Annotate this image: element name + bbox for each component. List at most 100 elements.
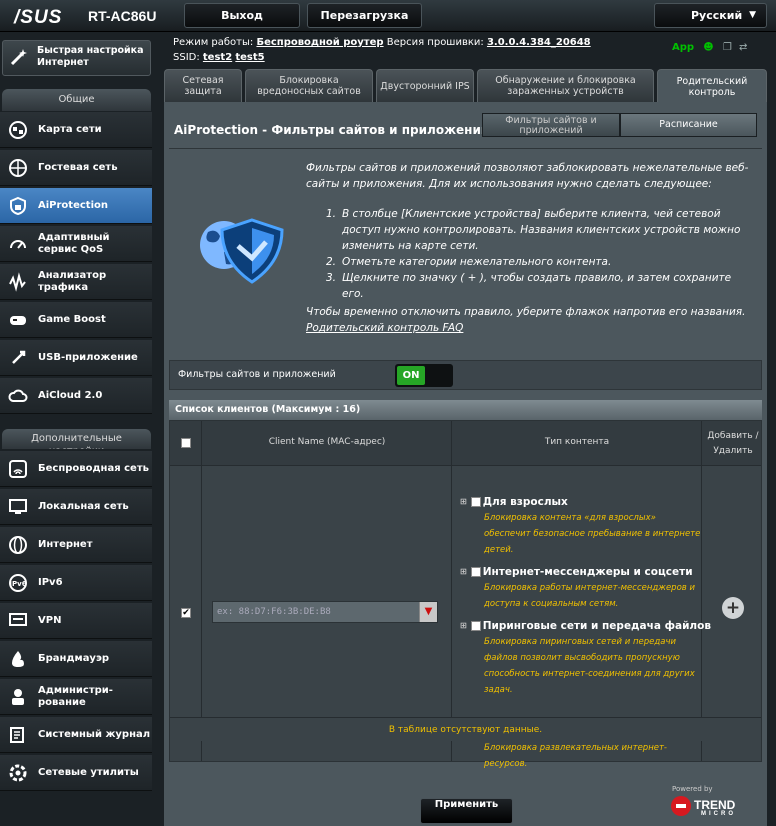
quick-setup-button[interactable]: Быстрая настройка Интернет [2,40,151,76]
sidebar-item-cloud[interactable]: AiCloud 2.0 [0,378,152,414]
guest-network-icon [8,158,28,178]
add-rule-button[interactable]: + [722,597,744,619]
step-2: Отметьте категории нежелательного контен… [342,256,612,268]
monitor-icon [8,497,28,517]
apply-button[interactable]: Применить [420,798,513,824]
sidebar-item-ipv6[interactable]: IPv6 IPv6 [0,565,152,601]
app-link[interactable]: App [672,42,694,53]
sidebar-item-label: Системный журнал [38,728,151,740]
expand-icon[interactable]: ⊞ [460,618,467,634]
svg-text:IPv6: IPv6 [9,580,26,588]
sidebar-item-traffic-wave[interactable]: Анализатор трафика [0,264,152,300]
sidebar-item-label: Game Boost [38,313,106,325]
faq-link[interactable]: Родительский контроль FAQ [306,320,756,336]
client-table: Client Name (MAC-адрес) Тип контента Доб… [169,420,762,769]
language-select[interactable]: Русский ▼ [654,3,767,28]
globe-map-icon [8,120,28,140]
tab-malicious-sites[interactable]: Блокировка вредоносных сайтов [245,69,373,102]
step-1: В столбце [Клиентские устройства] выбери… [342,208,741,252]
sidebar-item-label: Интернет [38,538,93,550]
mode-link[interactable]: Беспроводной роутер [256,37,383,48]
category-description: Блокировка пиринговых сетей и передачи ф… [484,637,695,695]
mac-placeholder: ex: 88:D7:F6:3B:DE:B8 [217,607,331,617]
sidebar-item-admin[interactable]: Администри-рование [0,679,152,715]
copy-icon[interactable]: ❐ [723,42,732,53]
sidebar: Быстрая настройка Интернет Общие Карта с… [0,32,156,826]
wand-icon [9,47,29,67]
tab-network-protection[interactable]: Сетевая защита [164,69,242,102]
sidebar-item-gamepad[interactable]: Game Boost [0,302,152,338]
sidebar-item-log[interactable]: Системный журнал [0,717,152,753]
sidebar-item-usb[interactable]: USB-приложение [0,340,152,376]
sidebar-item-guest-network[interactable]: Гостевая сеть [0,150,152,186]
speedometer-icon [8,234,28,254]
client-column [202,421,452,761]
sidebar-item-label: Беспроводная сеть [38,462,149,474]
reboot-button[interactable]: Перезагрузка [307,3,422,28]
logout-button[interactable]: Выход [184,3,300,28]
tab-parental-control[interactable]: Родительский контроль [657,69,767,103]
sidebar-item-label: IPv6 [38,576,63,588]
mac-address-input[interactable]: ex: 88:D7:F6:3B:DE:B8 ▼ [212,601,438,623]
client-list-title: Список клиентов (Максимум : 16) [169,400,762,420]
select-all-checkbox[interactable] [181,438,191,448]
category-name: Для взрослых [482,496,568,508]
sidebar-item-label: VPN [38,614,62,626]
log-icon [8,725,28,745]
instruction-steps: 1. В столбце [Клиентские устройства] выбе… [306,206,756,302]
category-description: Блокировка контента «для взрослых» обесп… [484,513,701,555]
ssid-link-1[interactable]: test2 [203,52,232,63]
ssid-line: SSID: test2 test5 [173,52,265,63]
chevron-down-icon: ▼ [749,10,756,20]
gamepad-icon [8,310,28,330]
sidebar-item-wifi[interactable]: Беспроводная сеть [0,451,152,487]
description-outro: Чтобы временно отключить правило, уберит… [306,306,746,318]
usb-icon[interactable]: ⇄ [739,42,747,53]
operation-mode-line: Режим работы: Беспроводной роутер Версия… [173,37,591,48]
sidebar-item-firewall[interactable]: Брандмауэр [0,641,152,677]
filter-toggle-switch[interactable]: ON [395,364,453,387]
mode-label: Режим работы: [173,37,254,48]
filter-toggle-label: Фильтры сайтов и приложений [178,369,336,380]
trend-micro-logo-icon [671,796,691,816]
sidebar-item-tools[interactable]: Сетевые утилиты [0,755,152,791]
status-icons: App ☻ ❐ ⇄ [672,42,747,53]
sidebar-item-speedometer[interactable]: Адаптивный сервис QoS [0,226,152,262]
sidebar-item-vpn[interactable]: VPN [0,603,152,639]
tab-web-app-filters[interactable]: Фильтры сайтов и приложений [482,113,620,137]
traffic-wave-icon [8,272,28,292]
tab-infected-devices[interactable]: Обнаружение и блокировка зараженных устр… [477,69,654,102]
category-checkbox[interactable] [470,497,481,507]
category-checkbox[interactable] [470,621,481,631]
row-checkbox[interactable]: ✔ [181,608,191,618]
category-name: Интернет-мессенджеры и соцсети [482,566,693,578]
wifi-icon [8,459,28,479]
dropdown-arrow-icon[interactable]: ▼ [419,602,437,622]
firmware-link[interactable]: 3.0.0.4.384_20648 [487,37,591,48]
category-description: Блокировка работы интернет-мессенджеров … [484,583,696,609]
expand-icon[interactable]: ⊞ [460,494,467,510]
expand-icon[interactable]: ⊞ [460,564,467,580]
advanced-section-header: Дополнительные настройки [2,429,151,449]
divider [169,148,762,149]
category-checkbox[interactable] [470,567,481,577]
sidebar-item-globe-map[interactable]: Карта сети [0,112,152,148]
content-category: ⊞ Для взрослых Блокировка контента «для вз… [460,494,715,558]
asus-logo: /SUS [14,7,63,28]
client-list: Список клиентов (Максимум : 16) Client N… [169,400,762,769]
user-icon[interactable]: ☻ [703,42,713,53]
tab-schedule[interactable]: Расписание [620,113,757,137]
ssid-link-2[interactable]: test5 [235,52,264,63]
checkbox-column [170,421,202,761]
column-header-type: Тип контента [544,437,610,447]
page-title: AiProtection - Фильтры сайтов и приложен… [174,123,490,137]
description-intro: Фильтры сайтов и приложений позволяют за… [306,162,749,190]
tab-two-way-ips[interactable]: Двусторонний IPS [376,69,474,102]
sidebar-item-label: Гостевая сеть [38,161,118,173]
sidebar-item-monitor[interactable]: Локальная сеть [0,489,152,525]
category-name: Пиринговые сети и передача файлов [482,620,711,632]
sidebar-item-lock-shield[interactable]: AiProtection [0,188,152,224]
sidebar-item-globe[interactable]: Интернет [0,527,152,563]
micro-logo-text: MICRO [701,811,736,817]
tools-icon [8,763,28,783]
